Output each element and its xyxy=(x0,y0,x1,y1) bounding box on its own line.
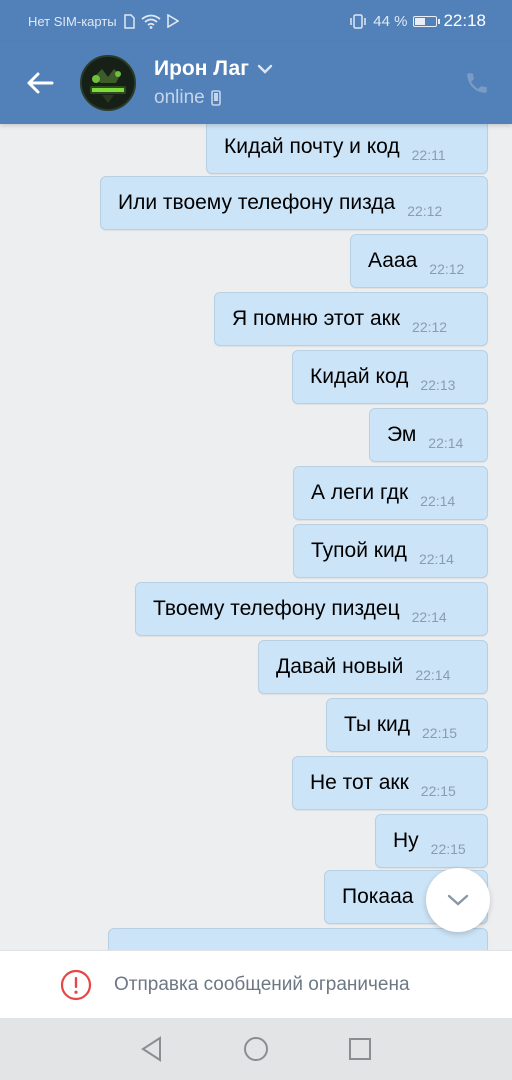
message-bubble[interactable]: Кидай код 22:13 xyxy=(292,350,488,404)
avatar-image xyxy=(82,57,134,109)
message-time: 22:14 xyxy=(418,551,454,567)
message-text: Не тот акк xyxy=(310,771,409,794)
square-recents-icon xyxy=(349,1038,371,1060)
message-text: Кидай код xyxy=(310,365,409,388)
message-text: Аааа xyxy=(368,249,418,272)
message-time: 22:14 xyxy=(420,493,456,509)
restriction-text: Отправка сообщений ограничена xyxy=(114,973,410,995)
message-text: Давай новый xyxy=(276,655,404,678)
data-arrow-icon xyxy=(166,14,179,28)
status-bar: Нет SIM-карты 44 % 22:18 xyxy=(0,0,512,42)
message-text: Эм xyxy=(387,423,417,446)
message-time: 22:12 xyxy=(407,203,443,219)
message-bubble[interactable]: Кидай почту и код 22:11 xyxy=(206,124,488,174)
message-time: 22:14 xyxy=(428,435,464,451)
phone-icon xyxy=(467,73,487,93)
nav-home-button[interactable] xyxy=(236,1029,276,1069)
message-text: Покааа xyxy=(342,885,414,908)
message-bubble[interactable]: Ну 22:15 xyxy=(375,814,488,868)
message-list[interactable]: Кидай почту и код 22:11 Или твоему телефон… xyxy=(0,124,512,950)
message-time: 22:12 xyxy=(412,319,448,335)
call-button[interactable] xyxy=(442,42,512,124)
message-time: 22:14 xyxy=(415,667,451,683)
message-time: 22:15 xyxy=(430,841,466,857)
scroll-down-button[interactable] xyxy=(426,868,490,932)
clock: 22:18 xyxy=(443,11,486,30)
message-text: Или твоему телефону пизда xyxy=(118,191,396,214)
message-text: Кидай почту и код xyxy=(224,135,400,158)
nav-recents-button[interactable] xyxy=(340,1029,380,1069)
message-bubble[interactable]: Или твоему телефону пизда 22:12 xyxy=(100,176,488,230)
triangle-back-icon xyxy=(141,1036,161,1062)
restriction-bar: Отправка сообщений ограничена xyxy=(0,950,512,1018)
nav-back-button[interactable] xyxy=(132,1029,172,1069)
message-bubble[interactable]: Тупой кид 22:14 xyxy=(293,524,488,578)
message-time: 22:14 xyxy=(411,609,447,625)
mobile-icon xyxy=(210,90,221,106)
sim-icon xyxy=(123,13,135,29)
message-time: 22:15 xyxy=(420,783,456,799)
chat-header: Ирон Лаг online xyxy=(0,42,512,124)
message-bubble[interactable]: Давай новый 22:14 xyxy=(258,640,488,694)
chat-title[interactable]: Ирон Лаг xyxy=(154,57,249,81)
circle-home-icon xyxy=(244,1037,268,1061)
message-bubble[interactable]: Аааа 22:12 xyxy=(350,234,488,288)
back-button[interactable] xyxy=(0,42,80,124)
vibrate-icon xyxy=(350,13,366,29)
chevron-down-icon[interactable] xyxy=(257,64,273,74)
message-bubble[interactable]: Не тот акк 22:15 xyxy=(292,756,488,810)
message-bubble[interactable]: Эм 22:14 xyxy=(369,408,488,462)
message-time: 22:12 xyxy=(429,261,465,277)
message-time: 22:13 xyxy=(420,377,456,393)
message-bubble[interactable] xyxy=(108,928,488,950)
system-nav-bar xyxy=(0,1018,512,1080)
carrier-label: Нет SIM-карты xyxy=(28,13,117,29)
message-text: А леги гдк xyxy=(311,481,409,504)
alert-circle-icon xyxy=(60,969,92,1000)
wifi-icon xyxy=(141,14,161,29)
online-status: online xyxy=(154,87,205,108)
chevron-down-icon xyxy=(447,894,469,906)
message-bubble[interactable]: Ты кид 22:15 xyxy=(326,698,488,752)
avatar[interactable] xyxy=(80,55,136,111)
message-time: 22:11 xyxy=(411,147,446,163)
battery-percent: 44 % xyxy=(373,12,408,30)
message-text: Твоему телефону пиздец xyxy=(153,597,400,620)
arrow-left-icon xyxy=(27,72,54,94)
battery-icon xyxy=(413,15,441,27)
message-time: 22:15 xyxy=(422,725,458,741)
message-text: Ты кид xyxy=(344,713,411,736)
message-bubble[interactable]: Твоему телефону пиздец 22:14 xyxy=(135,582,488,636)
message-text: Я помню этот акк xyxy=(232,307,401,330)
message-bubble[interactable]: А леги гдк 22:14 xyxy=(293,466,488,520)
message-bubble[interactable]: Я помню этот акк 22:12 xyxy=(214,292,488,346)
message-text: Тупой кид xyxy=(311,539,407,562)
message-text: Ну xyxy=(393,829,419,852)
